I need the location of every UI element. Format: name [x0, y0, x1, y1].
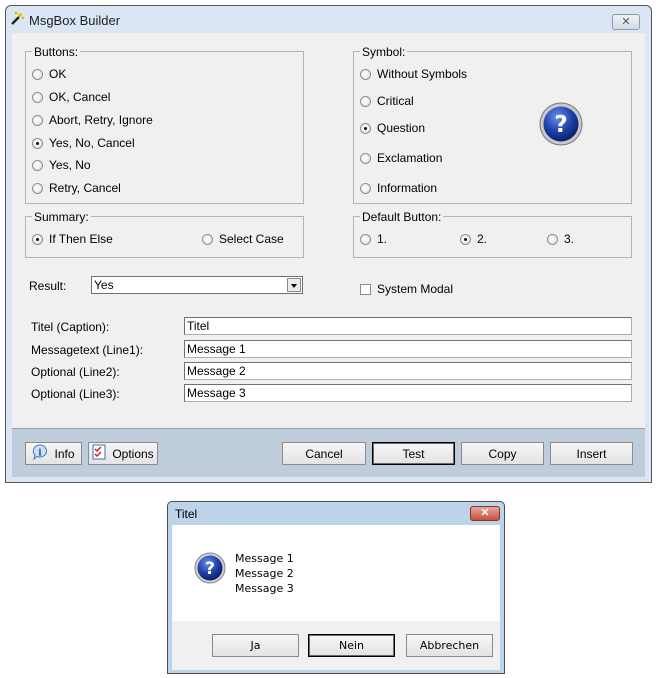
radio-indicator[interactable]	[360, 233, 371, 245]
radio-indicator[interactable]	[32, 182, 43, 194]
radio-indicator[interactable]	[202, 233, 213, 245]
question-icon: ?	[194, 552, 226, 584]
options-button[interactable]: Options	[88, 442, 158, 465]
svg-text:i: i	[39, 449, 43, 459]
copy-button[interactable]: Copy	[461, 442, 544, 465]
radio-indicator[interactable]	[360, 152, 371, 164]
title-caption-input[interactable]: Titel	[184, 317, 632, 335]
preview-dialog-title: Titel	[175, 507, 198, 521]
radio-indicator[interactable]	[547, 233, 558, 245]
message-line1-label: Messagetext (Line1):	[31, 343, 144, 357]
radio-indicator[interactable]	[360, 68, 371, 80]
radio-default-3[interactable]: 3.	[547, 232, 574, 246]
close-icon: ✕	[621, 16, 631, 28]
radio-ok[interactable]: OK	[32, 67, 66, 81]
magic-wand-icon	[9, 10, 25, 26]
checkbox-indicator[interactable]	[360, 283, 371, 295]
preview-yes-button[interactable]: Ja	[212, 634, 299, 657]
info-icon: i	[32, 444, 48, 463]
close-icon: ✕	[480, 507, 490, 519]
result-label: Result:	[29, 279, 67, 293]
svg-text:?: ?	[554, 112, 567, 138]
radio-question[interactable]: Question	[360, 121, 425, 135]
buttons-group-label: Buttons:	[32, 45, 81, 59]
radio-yes-no[interactable]: Yes, No	[32, 158, 91, 172]
chevron-down-icon[interactable]	[287, 278, 301, 292]
radio-indicator[interactable]	[32, 137, 43, 149]
result-dropdown[interactable]: Yes	[91, 276, 303, 294]
info-button[interactable]: i Info	[25, 442, 82, 465]
checklist-icon	[92, 444, 106, 463]
radio-default-1[interactable]: 1.	[360, 232, 387, 246]
title-caption-label: Titel (Caption):	[31, 320, 110, 334]
radio-indicator[interactable]	[32, 91, 43, 103]
result-value: Yes	[94, 278, 114, 292]
preview-cancel-button[interactable]: Abbrechen	[406, 634, 493, 657]
radio-without-symbols[interactable]: Without Symbols	[360, 67, 467, 81]
radio-indicator[interactable]	[360, 182, 371, 194]
radio-indicator[interactable]	[32, 68, 43, 80]
radio-ok-cancel[interactable]: OK, Cancel	[32, 90, 110, 104]
preview-message-line2: Message 2	[235, 567, 294, 580]
message-line2-label: Optional (Line2):	[31, 365, 120, 379]
radio-indicator[interactable]	[360, 122, 371, 134]
default-button-group-label: Default Button:	[360, 210, 444, 224]
svg-text:?: ?	[205, 559, 215, 579]
window-close-button[interactable]: ✕	[612, 14, 640, 30]
radio-exclamation[interactable]: Exclamation	[360, 151, 442, 165]
radio-information[interactable]: Information	[360, 181, 437, 195]
radio-if-then-else[interactable]: If Then Else	[32, 232, 113, 246]
radio-indicator[interactable]	[32, 114, 43, 126]
message-line2-input[interactable]: Message 2	[184, 362, 632, 380]
summary-group-label: Summary:	[32, 210, 91, 224]
system-modal-checkbox[interactable]: System Modal	[360, 282, 453, 296]
radio-indicator[interactable]	[460, 233, 471, 245]
message-line1-input[interactable]: Message 1	[184, 340, 632, 358]
radio-indicator[interactable]	[32, 159, 43, 171]
message-line3-input[interactable]: Message 3	[184, 384, 632, 402]
test-button[interactable]: Test	[372, 442, 455, 465]
question-icon: ?	[539, 102, 583, 146]
insert-button[interactable]: Insert	[550, 442, 633, 465]
radio-yes-no-cancel[interactable]: Yes, No, Cancel	[32, 136, 135, 150]
preview-message-line1: Message 1	[235, 552, 294, 565]
radio-indicator[interactable]	[360, 95, 371, 107]
radio-default-2[interactable]: 2.	[460, 232, 487, 246]
window-title: MsgBox Builder	[29, 13, 121, 28]
radio-select-case[interactable]: Select Case	[202, 232, 284, 246]
radio-critical[interactable]: Critical	[360, 94, 414, 108]
message-line3-label: Optional (Line3):	[31, 387, 120, 401]
cancel-button[interactable]: Cancel	[282, 442, 366, 465]
preview-close-button[interactable]: ✕	[470, 506, 500, 521]
radio-indicator[interactable]	[32, 233, 43, 245]
radio-abort-retry-ignore[interactable]: Abort, Retry, Ignore	[32, 113, 153, 127]
radio-retry-cancel[interactable]: Retry, Cancel	[32, 181, 121, 195]
preview-message-line3: Message 3	[235, 582, 294, 595]
preview-no-button[interactable]: Nein	[308, 634, 395, 657]
symbol-group-label: Symbol:	[360, 45, 408, 59]
